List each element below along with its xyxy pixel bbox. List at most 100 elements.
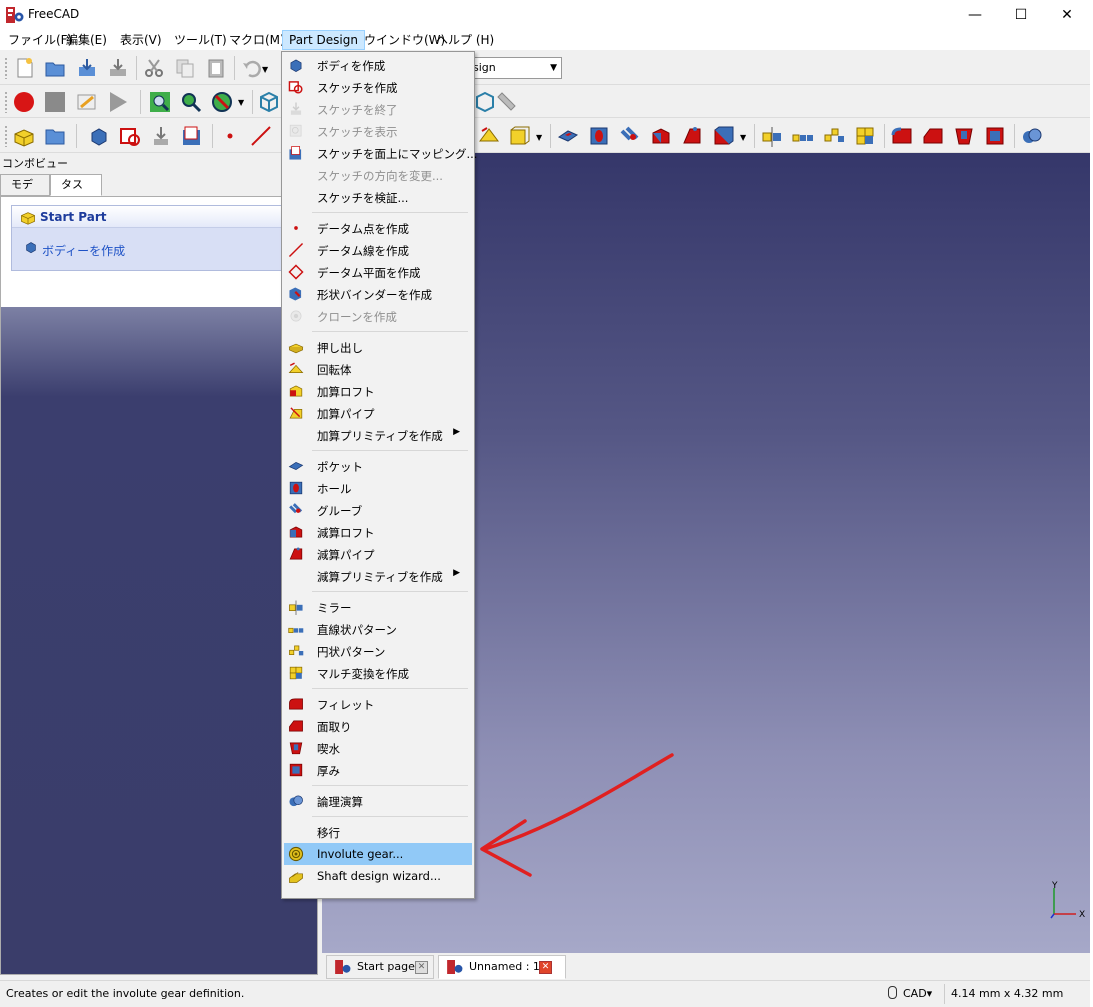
doc-tab-unnamed[interactable]: Unnamed : 1 ✕ — [438, 955, 566, 979]
menu-item-item-32[interactable]: 移行 — [284, 821, 472, 843]
menu-item-chamfer[interactable]: 面取り — [284, 715, 472, 737]
menu-item-fillet[interactable]: フィレット — [284, 693, 472, 715]
menu-item-sketch-map[interactable]: スケッチを面上にマッピング... — [284, 142, 477, 164]
tab-model[interactable]: モデル — [0, 174, 50, 211]
menu-item-shaft[interactable]: Shaft design wizard... — [284, 865, 472, 887]
multitransform-icon[interactable] — [854, 125, 876, 147]
menu-item-datum-plane[interactable]: データム平面を作成 — [284, 261, 472, 283]
stop-macro-icon[interactable] — [44, 91, 66, 113]
menu-item-gear[interactable]: Involute gear... — [284, 843, 472, 865]
datum-line-icon[interactable] — [250, 125, 272, 147]
menu-item-additive-pipe[interactable]: 加算パイプ — [284, 402, 472, 424]
menu-item-sketch-view[interactable]: スケッチを表示 — [284, 120, 472, 142]
menu-item-shape-binder[interactable]: 形状バインダーを作成 — [284, 283, 472, 305]
subtractive-loft-icon[interactable] — [650, 125, 672, 147]
navigation-style-button[interactable]: CAD▾ — [888, 986, 932, 1000]
menu-item-clone[interactable]: クローンを作成 — [284, 305, 472, 327]
menu-item-datum-line[interactable]: データム線を作成 — [284, 239, 472, 261]
toolbar-grip[interactable] — [4, 125, 8, 147]
maximize-button[interactable]: ☐ — [998, 0, 1044, 30]
toolbar-grip[interactable] — [4, 91, 8, 113]
fit-selection-icon[interactable] — [180, 91, 202, 113]
menu-item-datum-point[interactable]: データム点を作成 — [284, 217, 472, 239]
additive-primitive-icon[interactable] — [508, 125, 530, 147]
copy-icon[interactable] — [174, 57, 196, 79]
menu-item-additive-loft[interactable]: 加算ロフト — [284, 380, 472, 402]
isometric-view-icon[interactable] — [258, 91, 280, 113]
menu-item-polar-pattern[interactable]: 円状パターン — [284, 640, 472, 662]
menu-item-subtractive-pipe[interactable]: 減算パイプ — [284, 543, 472, 565]
paste-icon[interactable] — [205, 57, 227, 79]
open-file-icon[interactable] — [44, 57, 66, 79]
task-box-header[interactable]: Start Part — [12, 206, 308, 228]
thickness-icon[interactable] — [984, 125, 1006, 147]
toolbar-grip[interactable] — [4, 57, 8, 79]
cut-icon[interactable] — [143, 57, 165, 79]
run-macro-icon[interactable] — [107, 91, 129, 113]
menu-item-hole[interactable]: ホール — [284, 477, 472, 499]
subtractive-primitive-dropdown-icon[interactable]: ▼ — [740, 133, 746, 142]
hole-icon[interactable] — [588, 125, 610, 147]
create-part-icon[interactable] — [13, 125, 35, 147]
boolean-icon[interactable] — [1021, 125, 1043, 147]
close-icon[interactable]: ✕ — [415, 961, 428, 974]
menu-item-thickness[interactable]: 厚み — [284, 759, 472, 781]
draw-style-icon[interactable] — [211, 91, 233, 113]
undo-icon[interactable] — [241, 57, 263, 79]
view-box-icon[interactable] — [474, 91, 496, 113]
menu-item-groove[interactable]: グルーブ — [284, 499, 472, 521]
linear-pattern-icon[interactable] — [792, 125, 814, 147]
mirror-icon[interactable] — [761, 125, 783, 147]
fillet-icon[interactable] — [891, 125, 913, 147]
menu-item-multitransform[interactable]: マルチ変換を作成 — [284, 662, 472, 684]
menu-item-item-5[interactable]: スケッチの方向を変更... — [284, 164, 472, 186]
edit-macro-icon[interactable] — [76, 91, 98, 113]
close-button[interactable]: ✕ — [1044, 0, 1090, 30]
menu-item-item-16[interactable]: 加算プリミティブを作成 ▶ — [284, 424, 472, 446]
menu-item-item-22[interactable]: 減算プリミティブを作成 ▶ — [284, 565, 472, 587]
menu-item-boolean[interactable]: 論理演算 — [284, 790, 472, 812]
polar-pattern-icon[interactable] — [823, 125, 845, 147]
undo-dropdown-icon[interactable]: ▼ — [262, 65, 268, 74]
menu-view[interactable]: 表示(V) — [114, 30, 168, 50]
map-sketch-icon[interactable] — [181, 125, 203, 147]
revolution-icon[interactable] — [478, 125, 500, 147]
menu-item-draft[interactable]: 喫水 — [284, 737, 472, 759]
additive-primitive-dropdown-icon[interactable]: ▼ — [536, 133, 542, 142]
save-icon[interactable] — [76, 57, 98, 79]
measure-icon[interactable] — [495, 91, 517, 113]
pocket-icon[interactable] — [557, 125, 579, 147]
create-group-icon[interactable] — [44, 125, 66, 147]
menu-item-pocket[interactable]: ポケット — [284, 455, 472, 477]
menu-item-body[interactable]: ボディを作成 — [284, 54, 472, 76]
subtractive-pipe-icon[interactable] — [681, 125, 703, 147]
draft-icon[interactable] — [953, 125, 975, 147]
menu-item-item-6[interactable]: スケッチを検証... — [284, 186, 472, 208]
menu-item-mirror[interactable]: ミラー — [284, 596, 472, 618]
record-macro-icon[interactable] — [13, 91, 35, 113]
subtractive-primitive-icon[interactable] — [712, 125, 734, 147]
menu-item-subtractive-loft[interactable]: 減算ロフト — [284, 521, 472, 543]
draw-style-dropdown-icon[interactable]: ▼ — [238, 98, 244, 107]
menu-macro[interactable]: マクロ(M) — [223, 30, 291, 50]
menu-item-pad[interactable]: 押し出し — [284, 336, 472, 358]
menu-item-sketch[interactable]: スケッチを作成 — [284, 76, 472, 98]
groove-icon[interactable] — [619, 125, 641, 147]
menu-part-design[interactable]: Part Design — [282, 30, 365, 50]
save-as-icon[interactable] — [107, 57, 129, 79]
menu-item-revolution[interactable]: 回転体 — [284, 358, 472, 380]
minimize-button[interactable]: — — [952, 0, 998, 30]
create-body-icon[interactable] — [88, 125, 110, 147]
doc-tab-start-page[interactable]: Start page ✕ — [326, 955, 434, 979]
menu-edit[interactable]: 編集(E) — [60, 30, 113, 50]
close-icon[interactable]: ✕ — [539, 961, 552, 974]
menu-item-sketch-leave[interactable]: スケッチを終了 — [284, 98, 472, 120]
tab-task[interactable]: タスク — [50, 174, 102, 211]
menu-help[interactable]: ヘルプ (H) — [430, 30, 500, 50]
fit-all-icon[interactable] — [149, 91, 171, 113]
new-file-icon[interactable] — [14, 57, 36, 79]
workbench-selector[interactable]: sign ▼ — [470, 57, 562, 79]
datum-point-icon[interactable] — [219, 125, 241, 147]
menu-item-linear-pattern[interactable]: 直線状パターン — [284, 618, 472, 640]
create-sketch-icon[interactable] — [119, 125, 141, 147]
